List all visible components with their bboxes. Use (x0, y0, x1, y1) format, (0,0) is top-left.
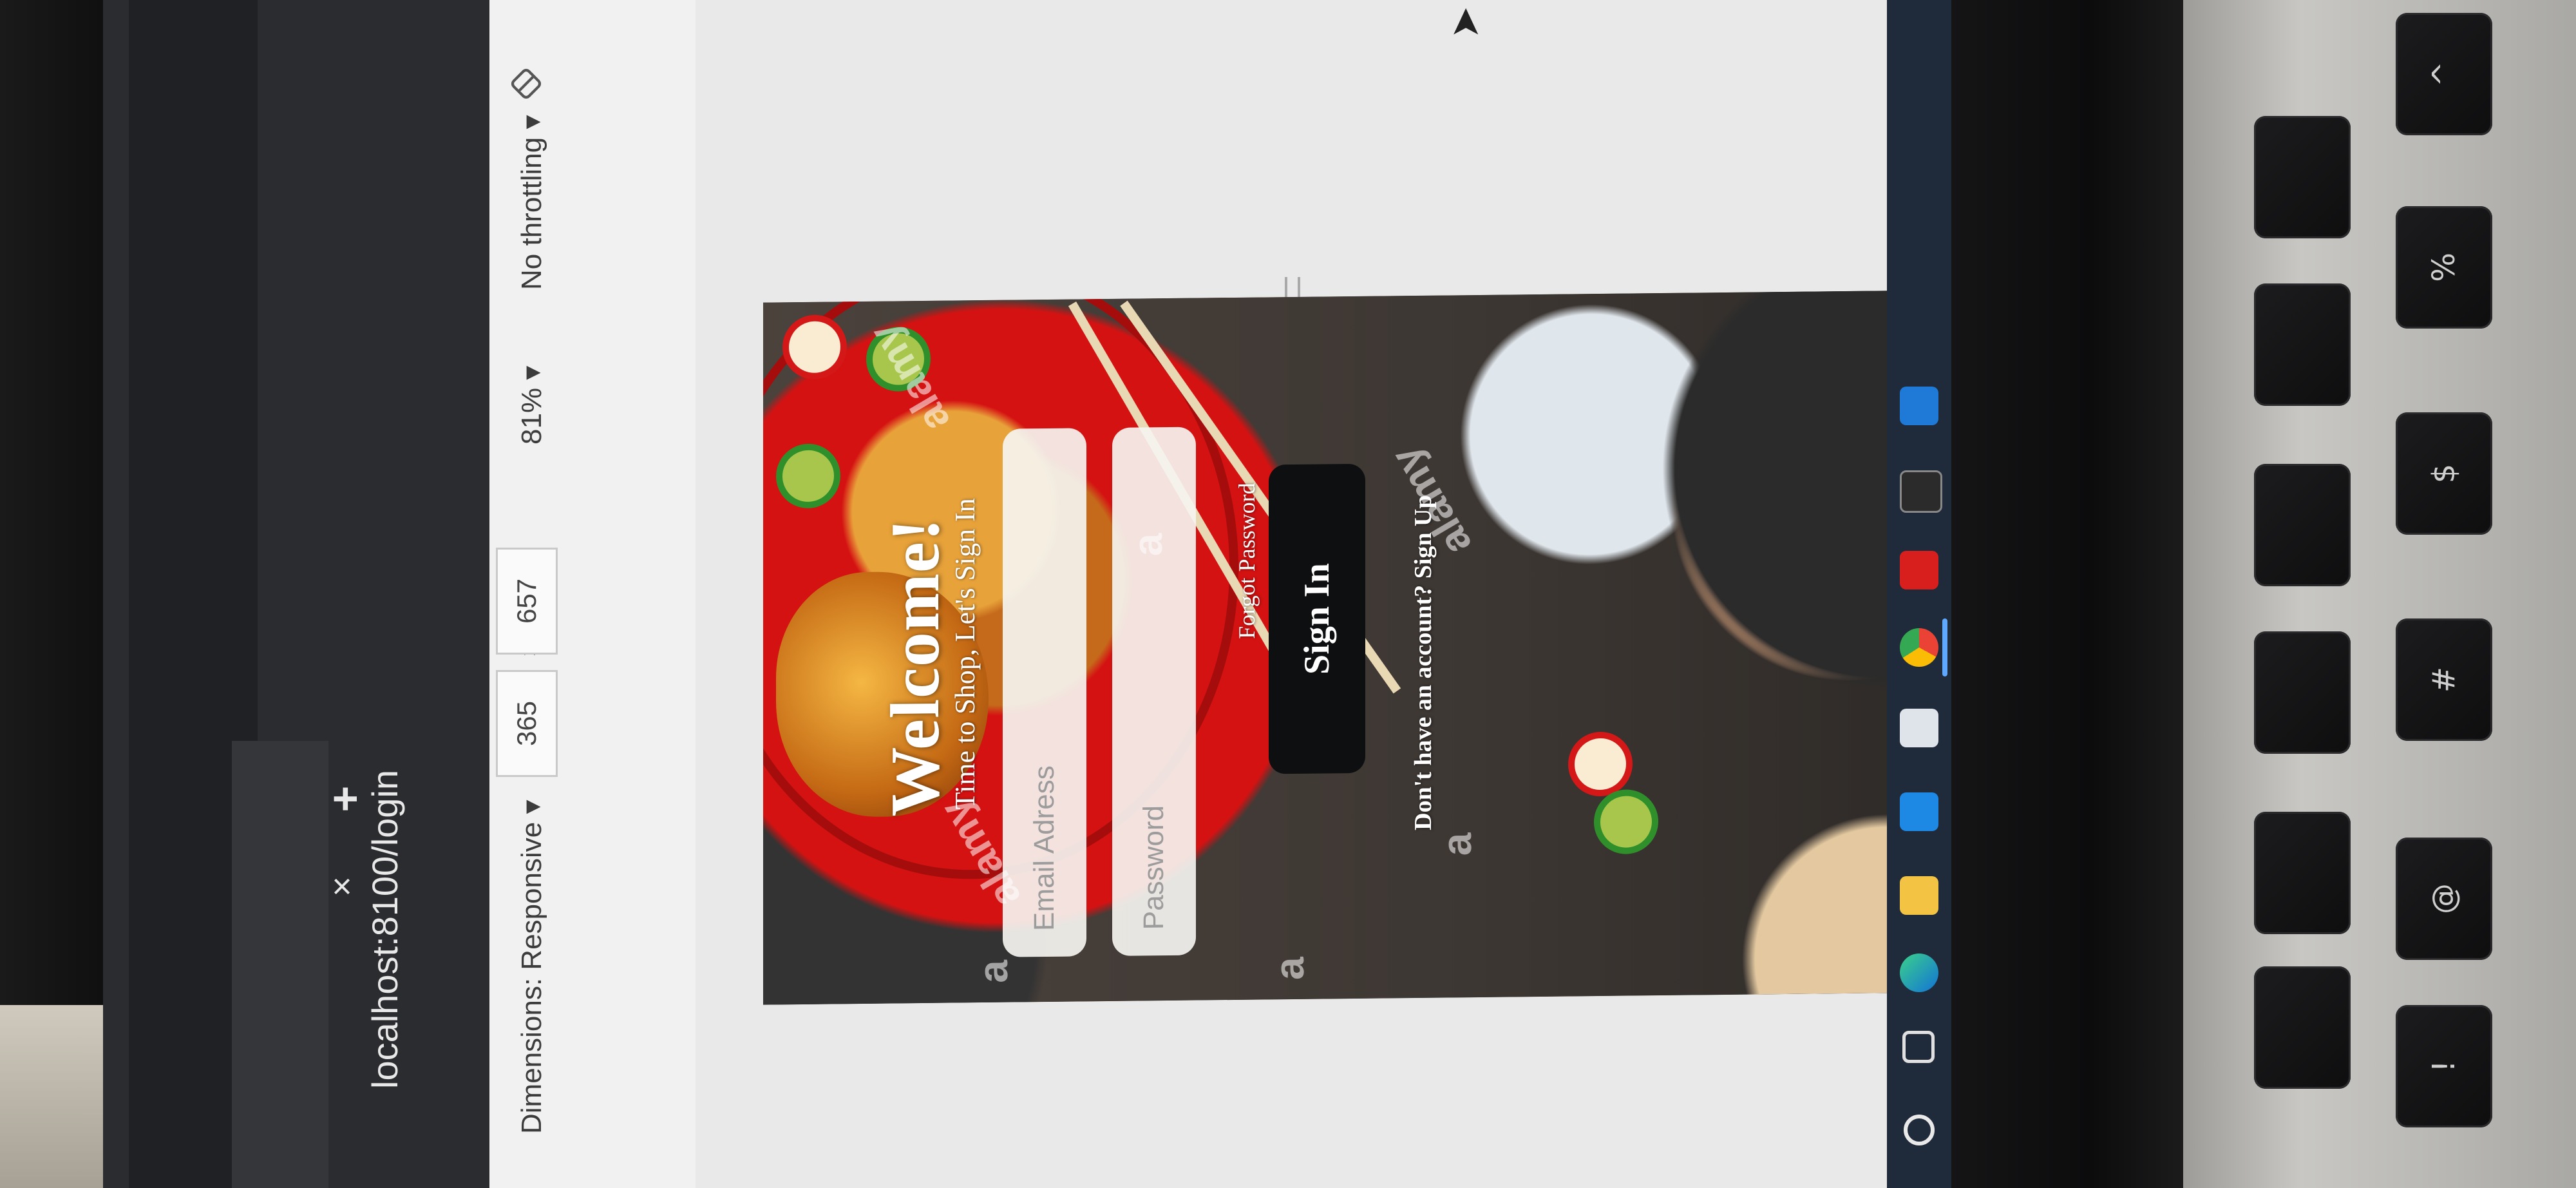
watermark: a (1266, 957, 1312, 981)
laptop-keyboard-deck: ! @ # $ % ^ (2183, 0, 2576, 1188)
keyboard-key (2254, 283, 2351, 406)
keyboard-key: % (2396, 206, 2492, 329)
edge-icon[interactable] (1900, 953, 1938, 992)
keyboard-key: $ (2396, 412, 2492, 535)
keyboard-key (2254, 464, 2351, 586)
viewport-height-input[interactable]: 657 (496, 548, 558, 655)
keyboard-key: ^ (2396, 13, 2492, 135)
browser-tab[interactable] (232, 741, 328, 1188)
chrome-icon[interactable] (1900, 628, 1938, 667)
keyboard-key (2254, 966, 2351, 1089)
password-input[interactable] (1112, 426, 1196, 956)
chrome-active-indicator (1942, 618, 1947, 676)
terminal-icon[interactable] (1900, 470, 1942, 513)
welcome-title: Welcome! (877, 517, 954, 817)
login-page: Welcome! Time to Shop, Let's Sign In For… (763, 290, 1945, 1005)
watermark: a (1124, 533, 1171, 557)
mail-icon[interactable] (1900, 792, 1938, 831)
keyboard-key: ! (2396, 1005, 2492, 1127)
mouse-cursor-icon: ➤ (1443, 6, 1487, 39)
welcome-subtitle: Time to Shop, Let's Sign In (949, 498, 981, 810)
windows-taskbar (1887, 0, 1951, 1188)
keyboard-key: # (2396, 618, 2492, 741)
forgot-password-link[interactable]: Forgot Password (1233, 483, 1260, 639)
watermark: a (1434, 832, 1480, 856)
sign-in-button[interactable]: Sign In (1269, 463, 1365, 774)
new-tab-button[interactable]: + (319, 786, 370, 812)
keyboard-key (2254, 812, 2351, 934)
browser-chrome: × + i localhost:8100/login (103, 0, 576, 1188)
throttling-dropdown[interactable]: No throttling ▾ (515, 115, 548, 290)
keyboard-key (2254, 631, 2351, 754)
monitor-bezel-right (1951, 0, 2183, 1188)
login-form: Welcome! Time to Shop, Let's Sign In For… (763, 290, 1945, 1004)
task-view-icon[interactable] (1902, 1031, 1935, 1063)
keyboard-key: @ (2396, 838, 2492, 960)
desk-surface (0, 1005, 116, 1188)
acrobat-icon[interactable] (1900, 551, 1938, 589)
vscode-icon[interactable] (1900, 387, 1938, 425)
watermark: alamy (1381, 439, 1481, 564)
device-toolbar: Dimensions: Responsive ▾ 365 × 657 81% ▾… (489, 0, 696, 1188)
tab-close-button[interactable]: × (322, 876, 362, 897)
rotate-device-icon[interactable] (510, 68, 542, 100)
file-explorer-icon[interactable] (1900, 876, 1938, 915)
viewport-width-input[interactable]: 365 (496, 670, 558, 777)
laptop-screen: × + i localhost:8100/login Dimensions: R… (103, 0, 1951, 1188)
search-icon[interactable] (1904, 1115, 1935, 1145)
watermark: alamy (860, 316, 959, 440)
address-bar-url[interactable]: localhost:8100/login (364, 728, 441, 1089)
dimensions-dropdown[interactable]: Dimensions: Responsive ▾ (515, 800, 548, 1134)
keyboard-key (2254, 116, 2351, 238)
store-icon[interactable] (1900, 709, 1938, 747)
watermark: a (970, 959, 1016, 984)
zoom-dropdown[interactable]: 81% ▾ (515, 366, 548, 445)
